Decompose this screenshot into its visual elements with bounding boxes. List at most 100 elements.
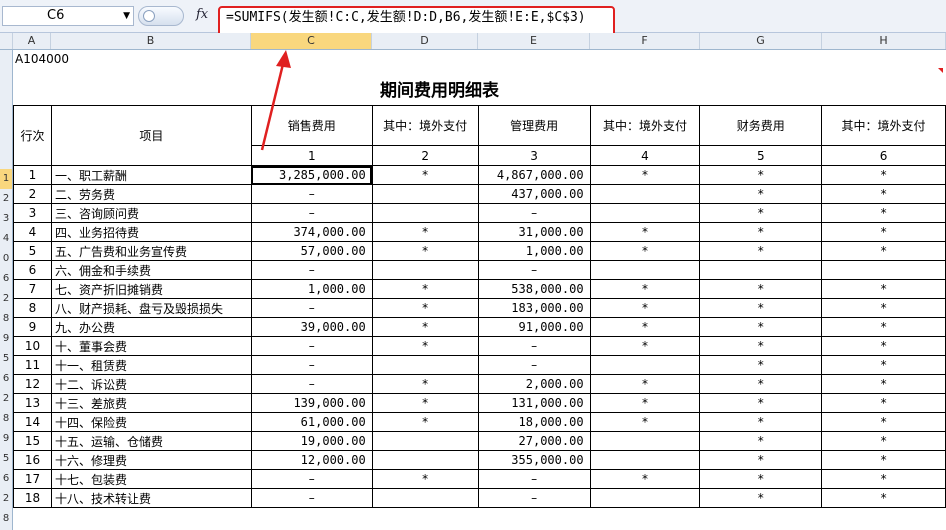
cell-item[interactable]: 十二、诉讼费 (50, 374, 252, 394)
cell-c5[interactable]: * (699, 431, 823, 451)
cell-c6[interactable]: * (821, 184, 946, 204)
cell-c4[interactable]: * (589, 298, 701, 318)
cell-c4[interactable] (589, 355, 701, 375)
cell-no[interactable]: 9 (13, 317, 52, 337)
cell-c1[interactable]: – (250, 184, 373, 204)
cell-no[interactable]: 1 (13, 165, 52, 185)
cell-c5[interactable]: * (699, 298, 823, 318)
formula-options-button[interactable] (138, 6, 184, 26)
cell-c3[interactable]: 538,000.00 (477, 279, 591, 299)
cell-item[interactable]: 一、职工薪酬 (50, 165, 252, 185)
row-header[interactable]: 5 (0, 349, 13, 369)
cell-no[interactable]: 12 (13, 374, 52, 394)
cell-no[interactable]: 15 (13, 431, 52, 451)
cell-no[interactable]: 6 (13, 260, 52, 280)
name-box[interactable]: C6 ▼ (2, 6, 134, 26)
row-header[interactable]: 3 (0, 209, 13, 229)
cell-item[interactable]: 二、劳务费 (50, 184, 252, 204)
cell-c1[interactable]: 374,000.00 (250, 222, 373, 242)
cell-item[interactable]: 十八、技术转让费 (50, 488, 252, 508)
cell-item[interactable]: 三、咨询顾问费 (50, 203, 252, 223)
col-number-5[interactable]: 5 (699, 145, 823, 166)
cell-c1[interactable]: – (250, 469, 373, 489)
cell-c4[interactable] (589, 488, 701, 508)
cell-c3[interactable]: – (477, 355, 591, 375)
column-header-c[interactable]: C (251, 33, 372, 49)
cell-c6[interactable]: * (821, 279, 946, 299)
cell-c2[interactable]: * (371, 412, 479, 432)
cell-c1[interactable]: 57,000.00 (250, 241, 373, 261)
cell-c2[interactable]: * (371, 279, 479, 299)
cell-c4[interactable] (589, 203, 701, 223)
cell-c2[interactable]: * (371, 222, 479, 242)
cell-c6[interactable]: * (821, 488, 946, 508)
cell-c2[interactable] (371, 260, 479, 280)
cell-c3[interactable]: 27,000.00 (477, 431, 591, 451)
cell-c2[interactable] (371, 203, 479, 223)
row-header[interactable]: 6 (0, 269, 13, 289)
cell-c6[interactable]: * (821, 298, 946, 318)
cell-c6[interactable]: * (821, 450, 946, 470)
cell-c2[interactable] (371, 431, 479, 451)
cell-c4[interactable]: * (589, 469, 701, 489)
cell-c4[interactable]: * (589, 241, 701, 261)
cell-no[interactable]: 3 (13, 203, 52, 223)
cell-c4[interactable]: * (589, 336, 701, 356)
cell-c5[interactable]: * (699, 374, 823, 394)
cell-no[interactable]: 18 (13, 488, 52, 508)
cell-c6[interactable]: * (821, 393, 946, 413)
cell-c6[interactable]: * (821, 165, 946, 185)
cell-c3[interactable]: 91,000.00 (477, 317, 591, 337)
cell-item[interactable]: 八、财产损耗、盘亏及毁损损失 (50, 298, 252, 318)
cell-item[interactable]: 十四、保险费 (50, 412, 252, 432)
cell-c2[interactable]: * (371, 393, 479, 413)
cell-item[interactable]: 十五、运输、仓储费 (50, 431, 252, 451)
cell-c1[interactable]: 139,000.00 (250, 393, 373, 413)
cell-c3[interactable]: – (477, 260, 591, 280)
cell-item[interactable]: 十三、差旅费 (50, 393, 252, 413)
cell-c1[interactable]: – (250, 203, 373, 223)
cell-item[interactable]: 七、资产折旧摊销费 (50, 279, 252, 299)
cell-c5[interactable]: * (699, 279, 823, 299)
cell-c6[interactable]: * (821, 412, 946, 432)
cell-c5[interactable]: * (699, 355, 823, 375)
cell-c2[interactable]: * (371, 241, 479, 261)
header-overseas-3[interactable]: 其中：境外支付 (821, 105, 946, 146)
row-header[interactable]: 2 (0, 189, 13, 209)
row-header[interactable]: 8 (0, 509, 13, 529)
cell-no[interactable]: 5 (13, 241, 52, 261)
cell-c3[interactable]: 31,000.00 (477, 222, 591, 242)
cell-c1[interactable]: 1,000.00 (250, 279, 373, 299)
cell-c5[interactable] (699, 260, 823, 280)
cell-c4[interactable] (589, 184, 701, 204)
cell-c6[interactable]: * (821, 203, 946, 223)
cell-item[interactable]: 四、业务招待费 (50, 222, 252, 242)
col-number-6[interactable]: 6 (821, 145, 946, 166)
cell-c3[interactable]: 1,000.00 (477, 241, 591, 261)
row-header[interactable]: 4 (0, 229, 13, 249)
cell-c2[interactable]: * (371, 469, 479, 489)
cell-c1[interactable]: – (250, 488, 373, 508)
cell-item[interactable]: 九、办公费 (50, 317, 252, 337)
cell-c6[interactable]: * (821, 355, 946, 375)
cell-c1[interactable]: – (250, 374, 373, 394)
cell-c6[interactable]: * (821, 469, 946, 489)
insert-function-icon[interactable]: fx (196, 7, 208, 22)
row-header[interactable]: 9 (0, 429, 13, 449)
cell-c4[interactable]: * (589, 393, 701, 413)
col-number-1[interactable]: 1 (250, 145, 373, 166)
cell-c4[interactable]: * (589, 317, 701, 337)
cell-c3[interactable]: 4,867,000.00 (477, 165, 591, 185)
cell-c6[interactable] (821, 260, 946, 280)
cell-no[interactable]: 8 (13, 298, 52, 318)
cell-c5[interactable]: * (699, 222, 823, 242)
cell-c1[interactable]: 3,285,000.00 (250, 165, 373, 185)
cell-c4[interactable]: * (589, 279, 701, 299)
cell-c1[interactable]: – (250, 336, 373, 356)
row-header[interactable]: 6 (0, 469, 13, 489)
row-header[interactable]: 2 (0, 489, 13, 509)
cell-no[interactable]: 4 (13, 222, 52, 242)
header-sales-expense[interactable]: 销售费用 (250, 105, 373, 146)
cell-no[interactable]: 10 (13, 336, 52, 356)
cell-c1[interactable]: 61,000.00 (250, 412, 373, 432)
